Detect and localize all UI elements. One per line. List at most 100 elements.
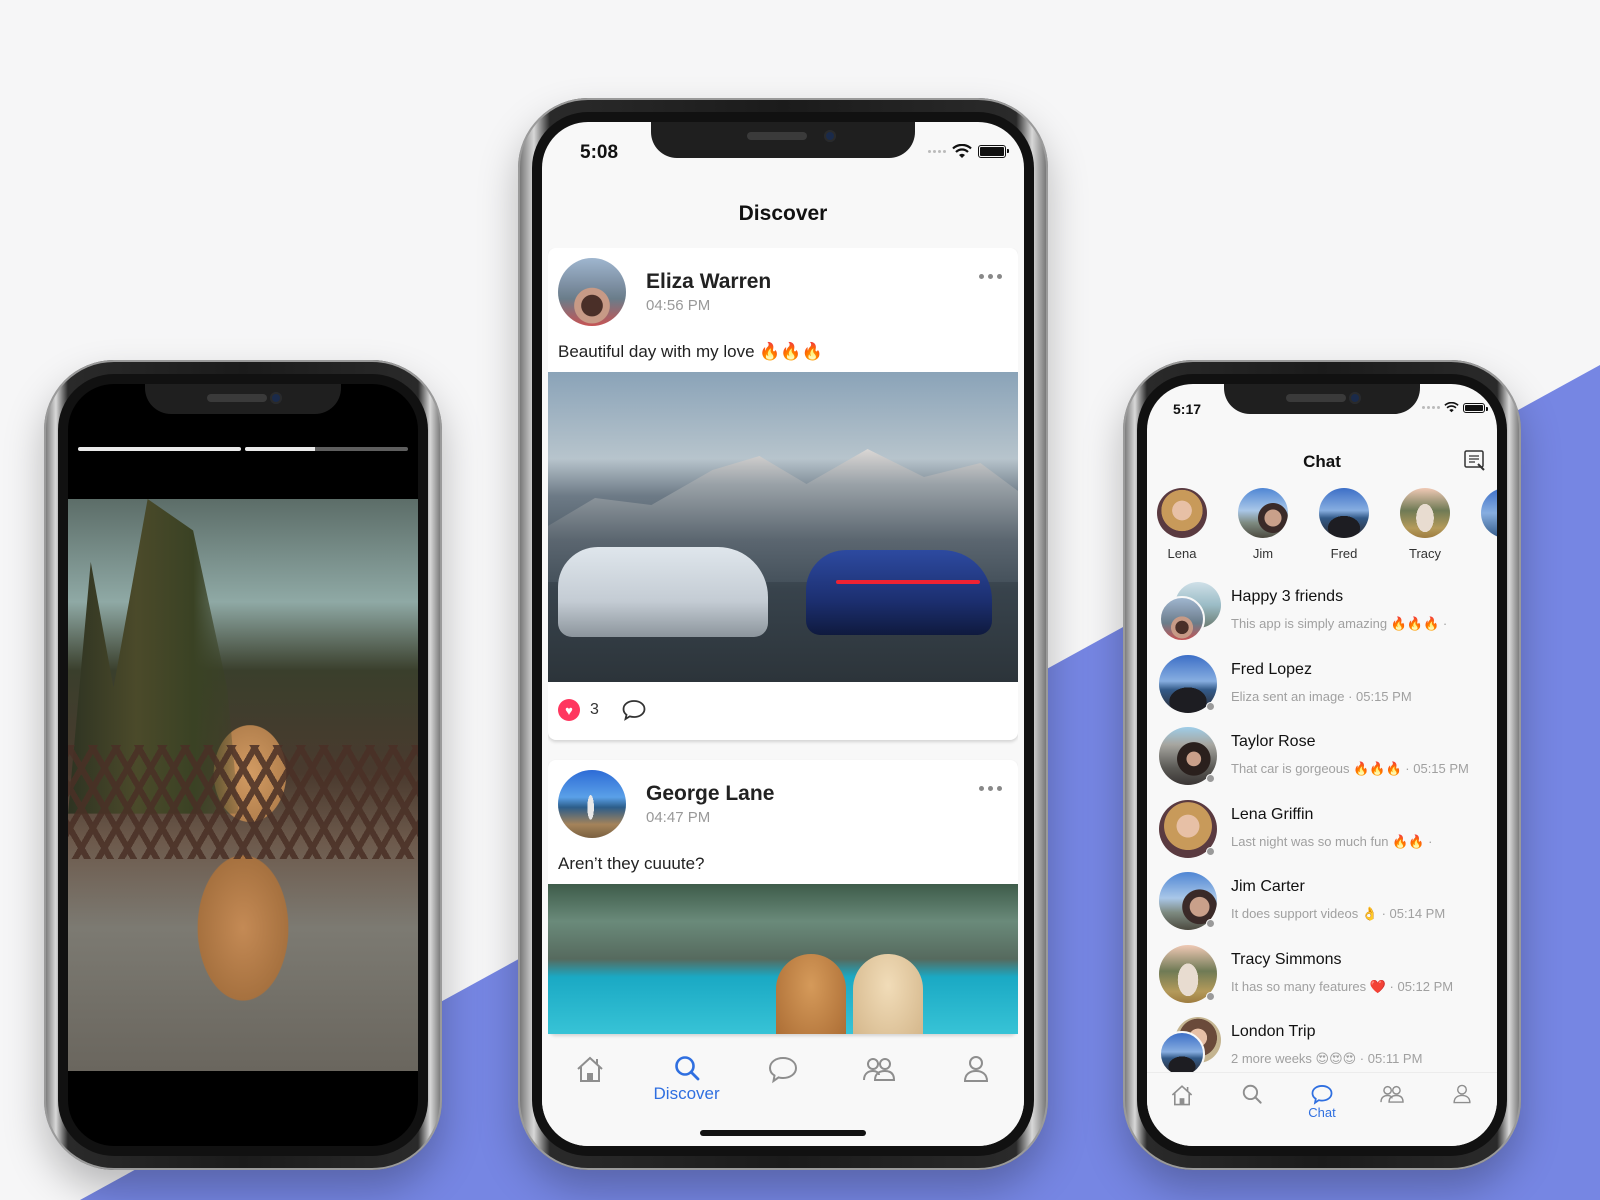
signal-icon: [1422, 406, 1440, 409]
story-progress: [78, 447, 408, 451]
conversation-preview: That car is gorgeous 🔥🔥🔥 · 05:15 PM: [1231, 761, 1469, 776]
notch: [1224, 384, 1420, 414]
feed[interactable]: Eliza Warren 04:56 PM Beautiful day with…: [548, 248, 1018, 1040]
friends-icon: [1380, 1085, 1404, 1103]
post-time: 04:47 PM: [646, 809, 711, 826]
avatar: [1157, 488, 1207, 538]
notch: [145, 384, 341, 414]
story-image[interactable]: [68, 499, 418, 1071]
tab-bar: Chat: [1147, 1072, 1497, 1146]
page-title: Chat: [1303, 452, 1341, 471]
conversation-preview: It does support videos 👌 · 05:14 PM: [1231, 906, 1446, 921]
tab-friends[interactable]: [1362, 1083, 1422, 1105]
conversation-preview: Last night was so much fun 🔥🔥 ·: [1231, 833, 1433, 849]
avatar[interactable]: [558, 770, 626, 838]
search-icon: [1242, 1084, 1262, 1104]
tab-home[interactable]: [550, 1054, 630, 1084]
post-author[interactable]: George Lane: [646, 782, 774, 806]
tab-friends[interactable]: [839, 1054, 919, 1084]
avatar: [1159, 596, 1205, 642]
tab-profile[interactable]: [1432, 1083, 1492, 1105]
conversation-item[interactable]: Fred Lopez Eliza sent an image · 05:15 P…: [1147, 654, 1497, 728]
avatar: [1159, 1031, 1205, 1072]
status-time: 5:08: [580, 142, 619, 163]
conversation-name: Fred Lopez: [1231, 660, 1312, 678]
avatar: [1481, 488, 1497, 538]
chat-icon: [1311, 1085, 1333, 1105]
tab-discover[interactable]: Discover: [647, 1054, 727, 1104]
story-item[interactable]: Fred: [1319, 488, 1369, 561]
conversation-item[interactable]: Lena Griffin Last night was so much fun …: [1147, 799, 1497, 873]
home-indicator[interactable]: [700, 1130, 866, 1136]
chat-icon: [768, 1056, 797, 1084]
home-icon: [577, 1056, 603, 1082]
battery-icon: [978, 145, 1009, 158]
post-text: Aren’t they cuuute?: [558, 854, 705, 873]
conversation-preview: 2 more weeks 😍😍😍 · 05:11 PM: [1231, 1051, 1423, 1066]
tab-chat[interactable]: Chat: [1292, 1083, 1352, 1120]
conversation-item[interactable]: London Trip 2 more weeks 😍😍😍 · 05:11 PM: [1147, 1017, 1497, 1072]
home-icon: [1171, 1085, 1193, 1106]
post-time: 04:56 PM: [646, 297, 711, 314]
conversation-name: Happy 3 friends: [1231, 588, 1344, 605]
stories-row[interactable]: Lena Jim Fred Tracy Ge: [1157, 488, 1497, 561]
tab-home[interactable]: [1152, 1083, 1212, 1107]
conversation-item[interactable]: Jim Carter It does support videos 👌 · 05…: [1147, 872, 1497, 945]
presence-indicator: [1206, 991, 1215, 1001]
discover-screen: 5:08 Discover Eliza Warren 04:56 PM Beau…: [542, 122, 1024, 1146]
conversation-name: Lena Griffin: [1231, 805, 1314, 823]
post-image[interactable]: [548, 372, 1018, 682]
conversation-preview: Eliza sent an image · 05:15 PM: [1231, 688, 1412, 704]
search-icon: [674, 1056, 699, 1081]
presence-indicator: [1206, 919, 1215, 928]
avatar: [1400, 488, 1450, 538]
story-progress-segment: [245, 447, 408, 451]
story-screen: [68, 384, 418, 1146]
phone-story-viewer: [44, 360, 442, 1170]
tab-chat[interactable]: [743, 1054, 823, 1084]
conversation-name: London Trip: [1231, 1023, 1316, 1040]
signal-icon: [928, 150, 946, 153]
page-title: Discover: [738, 202, 828, 225]
friends-icon: [863, 1058, 896, 1081]
story-item[interactable]: Ge: [1481, 488, 1497, 561]
avatar[interactable]: [558, 258, 626, 326]
profile-icon: [963, 1056, 988, 1082]
post-text: Beautiful day with my love 🔥🔥🔥: [558, 342, 823, 361]
tab-profile[interactable]: [936, 1054, 1016, 1084]
battery-icon: [1463, 402, 1488, 413]
post-image[interactable]: [548, 884, 1018, 1034]
wifi-icon: [1444, 402, 1459, 413]
conversation-preview: It has so many features ❤️ · 05:12 PM: [1231, 978, 1454, 994]
wifi-icon: [952, 144, 972, 158]
story-item[interactable]: Jim: [1238, 488, 1288, 561]
more-options-button[interactable]: [979, 786, 1002, 791]
presence-indicator: [1206, 774, 1215, 783]
more-options-button[interactable]: [979, 274, 1002, 279]
profile-icon: [1453, 1084, 1471, 1104]
conversation-item[interactable]: Tracy Simmons It has so many features ❤️…: [1147, 944, 1497, 1018]
tab-discover[interactable]: [1222, 1083, 1282, 1105]
conversation-preview: This app is simply amazing 🔥🔥🔥 ·: [1231, 616, 1448, 631]
story-item[interactable]: Tracy: [1400, 488, 1450, 561]
phone-chat: 5:17 Chat Lena Jim Fred Tracy Happy 3 fr…: [1123, 360, 1521, 1170]
conversation-list[interactable]: Happy 3 friends This app is simply amazi…: [1147, 582, 1497, 1072]
avatar: [1238, 488, 1288, 538]
avatar: [1319, 488, 1369, 538]
conversation-name: Taylor Rose: [1231, 733, 1316, 750]
conversation-name: Tracy Simmons: [1231, 950, 1342, 968]
conversation-item[interactable]: Taylor Rose That car is gorgeous 🔥🔥🔥 · 0…: [1147, 727, 1497, 800]
heart-icon[interactable]: ♥: [558, 699, 580, 721]
phone-discover: 5:08 Discover Eliza Warren 04:56 PM Beau…: [518, 98, 1048, 1170]
comment-icon[interactable]: [621, 698, 647, 722]
story-progress-segment: [78, 447, 241, 451]
post-author[interactable]: Eliza Warren: [646, 270, 771, 294]
like-count: 3: [590, 701, 599, 718]
story-item[interactable]: Lena: [1157, 488, 1207, 561]
post-card: George Lane 04:47 PM Aren’t they cuuute?: [548, 760, 1018, 1034]
conversation-item[interactable]: Happy 3 friends This app is simply amazi…: [1147, 582, 1497, 655]
conversation-name: Jim Carter: [1231, 878, 1305, 895]
presence-indicator: [1206, 846, 1215, 856]
notch: [651, 122, 915, 158]
compose-icon[interactable]: [1463, 448, 1487, 472]
